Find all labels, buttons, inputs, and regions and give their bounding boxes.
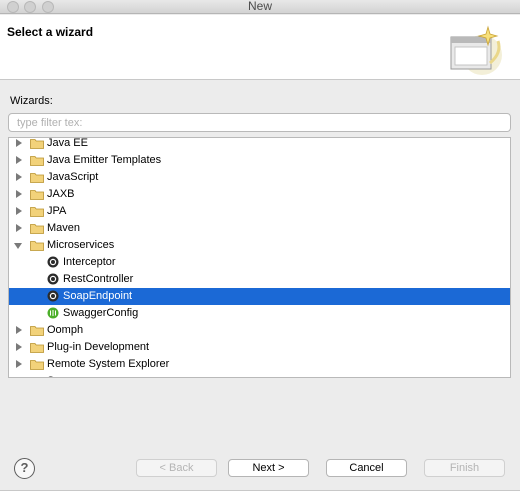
expand-arrow-icon[interactable]	[16, 156, 22, 164]
expand-arrow-icon[interactable]	[16, 224, 22, 232]
expand-arrow-icon[interactable]	[16, 343, 22, 351]
folder-icon	[30, 222, 44, 234]
expand-arrow-icon[interactable]	[16, 326, 22, 334]
tree-row-label: Java Emitter Templates	[47, 154, 162, 166]
tree-folder-row[interactable]: JPA	[9, 203, 510, 220]
tree-row-label: Server	[47, 373, 79, 377]
tree-row-label: JavaScript	[47, 171, 99, 183]
wizard-header: Select a wizard	[0, 15, 520, 80]
expand-arrow-icon[interactable]	[16, 360, 22, 368]
bottom-strip	[0, 490, 520, 497]
tree-row-label: Oomph	[47, 324, 84, 336]
tree-row-label: SwaggerConfig	[63, 307, 139, 319]
collapse-arrow-icon[interactable]	[14, 243, 22, 249]
tree-folder-row[interactable]: Plug-in Development	[9, 339, 510, 356]
help-icon[interactable]: ?	[14, 458, 35, 479]
expand-arrow-icon[interactable]	[16, 139, 22, 147]
microservice-icon	[47, 256, 59, 268]
tree-row-label: Plug-in Development	[47, 341, 150, 353]
tree-folder-row[interactable]: JavaScript	[9, 169, 510, 186]
filter-input[interactable]	[8, 113, 511, 132]
folder-icon	[30, 341, 44, 353]
tree-folder-row[interactable]: Remote System Explorer	[9, 356, 510, 373]
tree-row-label: Microservices	[47, 239, 115, 251]
wizards-label: Wizards:	[10, 95, 53, 107]
title-bar: New	[0, 0, 520, 14]
expand-arrow-icon[interactable]	[16, 173, 22, 181]
folder-icon	[30, 188, 44, 200]
tree-folder-row[interactable]: JAXB	[9, 186, 510, 203]
folder-icon	[30, 205, 44, 217]
tree-folder-row[interactable]: Server	[9, 373, 510, 378]
tree-wizard-row[interactable]: SwaggerConfig	[9, 305, 510, 322]
tree-row-label: JAXB	[47, 188, 75, 200]
next-button[interactable]: Next >	[228, 459, 309, 477]
wizard-tree[interactable]: Java EE Java Emitter Templates JavaScript J…	[8, 137, 511, 378]
window-title: New	[247, 0, 272, 13]
tree-row-label: Interceptor	[63, 256, 116, 268]
expand-arrow-icon[interactable]	[16, 207, 22, 215]
tree-folder-row[interactable]: Maven	[9, 220, 510, 237]
tree-row-label: RestController	[63, 273, 134, 285]
tree-folder-row[interactable]: Oomph	[9, 322, 510, 339]
folder-icon	[30, 375, 44, 377]
folder-open-icon	[30, 239, 44, 251]
finish-button[interactable]: Finish	[424, 459, 505, 477]
tree-row-label: SoapEndpoint	[63, 290, 133, 302]
cancel-button[interactable]: Cancel	[326, 459, 407, 477]
folder-icon	[30, 154, 44, 166]
expand-arrow-icon[interactable]	[16, 377, 22, 378]
tree-row-label: Remote System Explorer	[47, 358, 170, 370]
folder-icon	[30, 171, 44, 183]
tree-wizard-row[interactable]: RestController	[9, 271, 510, 288]
expand-arrow-icon[interactable]	[16, 190, 22, 198]
tree-wizard-row[interactable]: Interceptor	[9, 254, 510, 271]
tree-row-label: JPA	[47, 205, 67, 217]
tree-folder-row[interactable]: Microservices	[9, 237, 510, 254]
folder-icon	[30, 138, 44, 149]
folder-icon	[30, 324, 44, 336]
folder-icon	[30, 358, 44, 370]
microservice-icon	[47, 290, 59, 302]
tree-folder-row[interactable]: Java Emitter Templates	[9, 152, 510, 169]
back-button[interactable]: < Back	[136, 459, 217, 477]
page-title: Select a wizard	[7, 25, 94, 39]
tree-wizard-row[interactable]: SoapEndpoint	[9, 288, 510, 305]
swagger-icon	[47, 307, 59, 319]
tree-row-label: Java EE	[47, 137, 88, 149]
new-wizard-banner-icon	[450, 25, 502, 75]
tree-row-label: Maven	[47, 222, 81, 234]
tree-folder-row[interactable]: Java EE	[9, 137, 510, 152]
microservice-icon	[47, 273, 59, 285]
